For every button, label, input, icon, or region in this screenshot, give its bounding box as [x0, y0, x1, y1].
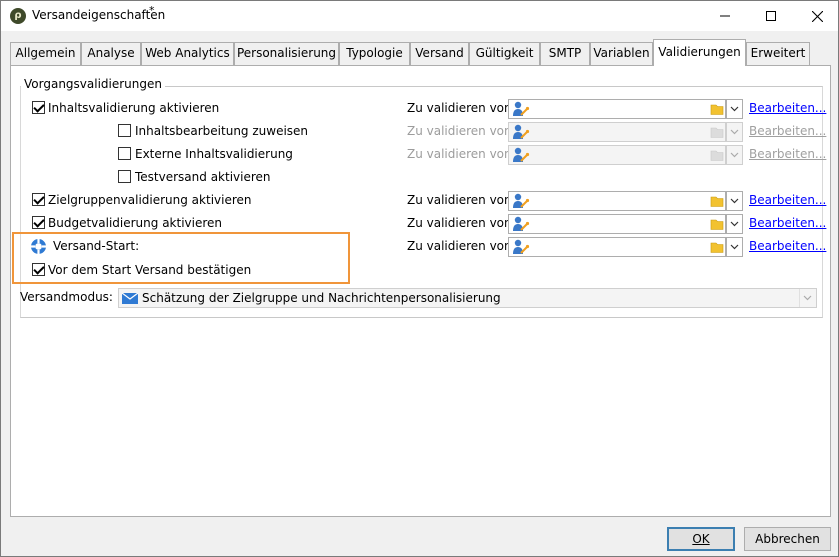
chevron-down-icon — [730, 198, 739, 204]
folder-icon — [710, 150, 724, 161]
tab-panel-validierungen: Vorgangsvalidierungen Inhaltsvalidierung… — [10, 65, 831, 517]
validator-field[interactable] — [508, 214, 726, 234]
test-send-label: Testversand aktivieren — [135, 170, 271, 184]
folder-icon[interactable] — [709, 237, 725, 257]
edit-link[interactable]: Bearbeiten... — [749, 101, 826, 115]
edit-link[interactable]: Bearbeiten... — [749, 239, 826, 253]
edit-link: Bearbeiten... — [749, 147, 827, 161]
external-validation-label: Externe Inhaltsvalidierung — [135, 147, 293, 161]
validator-field[interactable] — [508, 99, 726, 119]
validator-field[interactable] — [508, 191, 726, 211]
validate-by-label: Zu validieren von: — [407, 239, 516, 253]
operator-icon — [513, 216, 530, 231]
operator-icon — [513, 239, 530, 254]
app-logo-icon: ρ — [10, 8, 26, 24]
group-legend: Vorgangsvalidierungen — [21, 77, 165, 91]
validation-row-assign: Inhaltsbearbeitung zuweisen Zu validiere… — [11, 122, 831, 142]
validator-field — [508, 122, 726, 142]
chevron-down-icon — [803, 295, 812, 301]
target-validation-label: Zielgruppenvalidierung aktivieren — [48, 193, 252, 207]
cancel-button-label: Abbrechen — [755, 532, 820, 546]
validate-by-label: Zu validieren von: — [407, 193, 516, 207]
test-send-checkbox[interactable] — [118, 170, 131, 183]
edit-link[interactable]: Bearbeiten... — [749, 216, 826, 230]
validator-dropdown-button[interactable] — [726, 237, 743, 257]
budget-validation-checkbox[interactable] — [32, 216, 45, 229]
validator-field — [508, 145, 726, 165]
close-icon — [811, 10, 823, 22]
validation-row-external: Externe Inhaltsvalidierung Zu validieren… — [11, 145, 831, 165]
edit-link[interactable]: Bearbeiten... — [749, 193, 826, 207]
title-bar: ρ Versandeigenschaften * — [1, 1, 838, 31]
highlight-box — [12, 232, 350, 284]
chevron-down-icon — [730, 152, 739, 158]
validator-dropdown-button[interactable] — [726, 214, 743, 234]
tab-gueltigkeit[interactable]: Gültigkeit — [469, 42, 540, 65]
tab-validierungen[interactable]: Validierungen — [653, 39, 746, 66]
folder-icon[interactable] — [709, 214, 725, 234]
window-title: Versandeigenschaften — [32, 8, 166, 22]
tab-variablen[interactable]: Variablen — [590, 42, 653, 65]
validate-by-label: Zu validieren von: — [407, 101, 516, 115]
minimize-icon — [720, 15, 730, 17]
assign-editing-checkbox[interactable] — [118, 124, 131, 137]
operator-icon — [513, 193, 530, 208]
ok-button-label: OK — [692, 532, 710, 546]
folder-icon — [710, 127, 724, 138]
maximize-button[interactable] — [748, 1, 794, 31]
tab-versand[interactable]: Versand — [410, 42, 469, 65]
minimize-button[interactable] — [702, 1, 748, 31]
chevron-down-icon — [730, 221, 739, 227]
budget-validation-label: Budgetvalidierung aktivieren — [48, 216, 223, 230]
tab-web-analytics[interactable]: Web Analytics — [141, 42, 234, 65]
validator-dropdown-button[interactable] — [726, 99, 743, 119]
tab-analyse[interactable]: Analyse — [81, 42, 141, 65]
validation-row-budget: Budgetvalidierung aktivieren Zu validier… — [11, 214, 831, 234]
external-validation-checkbox[interactable] — [118, 147, 131, 160]
tab-personalisierung[interactable]: Personalisierung — [234, 42, 339, 65]
delivery-mode-select[interactable]: Schätzung der Zielgruppe und Nachrichten… — [118, 288, 817, 308]
validate-by-label: Zu validieren von: — [407, 124, 516, 138]
folder-icon[interactable] — [709, 99, 725, 119]
tab-typologie[interactable]: Typologie — [339, 42, 410, 65]
tab-erweitert[interactable]: Erweitert — [746, 42, 810, 65]
validation-row-content: Inhaltsvalidierung aktivieren Zu validie… — [11, 99, 831, 119]
tab-smtp[interactable]: SMTP — [540, 42, 590, 65]
validator-dropdown-button — [726, 145, 743, 165]
validator-dropdown-button — [726, 122, 743, 142]
validator-dropdown-button[interactable] — [726, 191, 743, 211]
chevron-down-icon — [730, 106, 739, 112]
delivery-mode-label: Versandmodus: — [20, 290, 113, 304]
delivery-mode-dropdown-button[interactable] — [799, 289, 816, 307]
operator-icon — [513, 147, 530, 162]
delivery-mode-value: Schätzung der Zielgruppe und Nachrichten… — [142, 291, 501, 305]
chevron-down-icon — [730, 244, 739, 250]
validate-by-label: Zu validieren von: — [407, 216, 516, 230]
chevron-down-icon — [730, 129, 739, 135]
operator-icon — [513, 101, 530, 116]
maximize-icon — [766, 11, 776, 21]
validation-row-test: Testversand aktivieren — [11, 168, 411, 188]
edit-link: Bearbeiten... — [749, 124, 827, 138]
operator-icon — [513, 124, 530, 139]
close-button[interactable] — [794, 1, 839, 31]
content-validation-checkbox[interactable] — [32, 101, 45, 114]
target-validation-checkbox[interactable] — [32, 193, 45, 206]
validation-row-target: Zielgruppenvalidierung aktivieren Zu val… — [11, 191, 831, 211]
envelope-icon — [122, 293, 138, 304]
dialog-window: ρ Versandeigenschaften * Allgemein Analy… — [0, 0, 839, 557]
assign-editing-label: Inhaltsbearbeitung zuweisen — [135, 124, 309, 138]
modified-marker: * — [149, 4, 155, 17]
folder-icon[interactable] — [709, 191, 725, 211]
content-validation-label: Inhaltsvalidierung aktivieren — [48, 101, 220, 115]
cancel-button[interactable]: Abbrechen — [744, 527, 831, 551]
validate-by-label: Zu validieren von: — [407, 147, 516, 161]
tab-allgemein[interactable]: Allgemein — [10, 42, 81, 65]
ok-button[interactable]: OK — [667, 527, 735, 551]
validator-field[interactable] — [508, 237, 726, 257]
